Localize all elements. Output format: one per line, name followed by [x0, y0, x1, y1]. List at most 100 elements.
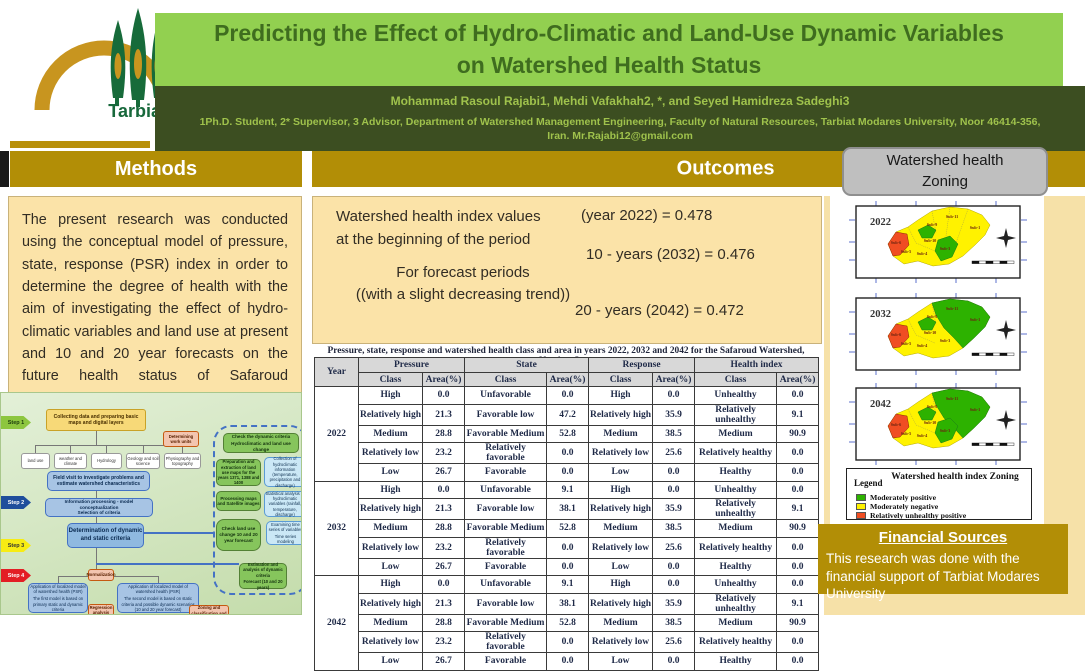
- table-row: Relatively low23.2Relatively favorable0.…: [315, 537, 819, 558]
- flowchart-estimation-line1: Estimation and analysis of dynamic crite…: [240, 562, 286, 578]
- methods-text-box: The present research was conducted using…: [8, 196, 302, 402]
- flowchart-field-visit-box: Field visit to investigate problems and …: [47, 471, 150, 491]
- map-sub-label: Sub-3: [940, 338, 950, 343]
- table-year-cell: 2042: [315, 576, 359, 671]
- map-sub-label: Sub-10: [924, 238, 937, 243]
- table-cell: 90.9: [777, 425, 819, 443]
- table-cell: Relatively high: [359, 404, 423, 425]
- flowchart-model1-box: Application of localized model of waters…: [28, 583, 88, 613]
- outcomes-left-line3: For forecast periods: [333, 262, 593, 284]
- table-cell: 25.6: [653, 537, 695, 558]
- table-cell: Relatively unhealthy: [695, 404, 777, 425]
- scale-bar-icon: [1007, 261, 1014, 264]
- table-header-group: Health index: [695, 358, 819, 373]
- scale-bar-icon: [993, 353, 1000, 356]
- scale-bar-icon: [979, 261, 986, 264]
- map-year-label: 2022: [870, 217, 891, 228]
- flowchart-zoning-box: Zoning and classification and: [189, 605, 229, 615]
- scale-bar-icon: [1000, 261, 1007, 264]
- flowchart-step4-arrow: Step 4: [1, 569, 31, 582]
- scale-bar-icon: [986, 261, 993, 264]
- psr-table: YearPressureStateResponseHealth indexCla…: [314, 357, 819, 671]
- methods-header: Methods: [10, 151, 302, 187]
- flowchart-check-dynamic-box: Check the dynamic criteria Hydroclimatic…: [223, 433, 299, 453]
- legend-entry-label: Moderately positive: [870, 493, 936, 502]
- table-cell: 0.0: [777, 537, 819, 558]
- table-row: Relatively low23.2Relatively favorable0.…: [315, 443, 819, 464]
- map-sub-label: Sub-6: [891, 422, 901, 427]
- flowchart-work-units-box: Determining work units: [163, 431, 199, 447]
- table-cell: High: [359, 481, 423, 499]
- scale-bar-icon: [986, 353, 993, 356]
- table-cell: 26.7: [423, 464, 465, 482]
- financial-sources-box: Financial Sources This research was done…: [818, 524, 1068, 594]
- table-row: Medium28.8Favorable Medium52.8Medium38.5…: [315, 425, 819, 443]
- table-cell: 0.0: [777, 481, 819, 499]
- table-cell: Relatively low: [359, 443, 423, 464]
- flowchart-determination-box: Determination of dynamic and static crit…: [67, 523, 144, 548]
- table-cell: Favorable low: [465, 593, 547, 614]
- table-cell: 38.5: [653, 520, 695, 538]
- table-header-group: Response: [589, 358, 695, 373]
- table-cell: Healthy: [695, 464, 777, 482]
- table-cell: Favorable: [465, 653, 547, 671]
- table-cell: 0.0: [547, 632, 589, 653]
- outcomes-value-2042: 20 - years (2042) = 0.472: [575, 302, 744, 319]
- scale-bar-icon: [1000, 443, 1007, 446]
- table-cell: 25.6: [653, 443, 695, 464]
- outcomes-forecast-text: For forecast periods ((with a slight dec…: [333, 262, 593, 306]
- table-cell: High: [359, 576, 423, 594]
- outcomes-left-line1: Watershed health index values: [336, 206, 541, 229]
- legend-swatch-icon: [856, 512, 866, 519]
- scale-bar-icon: [979, 353, 986, 356]
- table-cell: 0.0: [777, 443, 819, 464]
- table-cell: Low: [589, 558, 653, 576]
- table-cell: 38.1: [547, 593, 589, 614]
- outcomes-value-2022: (year 2022) = 0.478: [581, 207, 712, 224]
- table-cell: 28.8: [423, 425, 465, 443]
- table-cell: 9.1: [777, 593, 819, 614]
- table-cell: 0.0: [423, 387, 465, 405]
- financial-sources-body: This research was done with the financia…: [826, 550, 1060, 603]
- table-cell: Medium: [359, 614, 423, 632]
- table-cell: Low: [359, 653, 423, 671]
- table-cell: Relatively low: [359, 632, 423, 653]
- map-sub-label: Sub-11: [946, 214, 958, 219]
- legend-entry: Moderately negative: [856, 502, 938, 511]
- table-cell: Favorable Medium: [465, 614, 547, 632]
- table-cell: Unfavorable: [465, 576, 547, 594]
- table-cell: Relatively low: [589, 537, 653, 558]
- table-cell: Low: [589, 653, 653, 671]
- table-cell: 0.0: [777, 464, 819, 482]
- methods-flowchart: Step 1 Step 2 Step 3 Step 4 Collecting d…: [0, 392, 302, 615]
- scale-bar-icon: [986, 443, 993, 446]
- table-cell: Relatively unhealthy: [695, 499, 777, 520]
- flowchart-model1-line2: The first model is based on primary stat…: [29, 596, 87, 612]
- legend-title: Watershed health index Zoning: [881, 472, 1029, 482]
- flowchart-selection-line2: Selection of criteria: [78, 510, 121, 516]
- table-cell: 38.5: [653, 614, 695, 632]
- table-subheader: Area(%): [653, 373, 695, 387]
- table-row: Relatively low23.2Relatively favorable0.…: [315, 632, 819, 653]
- table-cell: 90.9: [777, 614, 819, 632]
- logo-underline-bar: [10, 141, 150, 148]
- table-row: Low26.7Favorable0.0Low0.0Healthy0.0: [315, 653, 819, 671]
- table-subheader: Class: [465, 373, 547, 387]
- table-cell: 47.2: [547, 404, 589, 425]
- table-cell: Relatively high: [589, 404, 653, 425]
- table-cell: Relatively high: [359, 499, 423, 520]
- flowchart-regression-box: Regression analysis: [88, 604, 114, 615]
- flowchart-check-dynamic-line2: Hydroclimatic and land use change: [224, 441, 298, 452]
- table-cell: Favorable low: [465, 499, 547, 520]
- table-subheader: Class: [589, 373, 653, 387]
- table-cell: 90.9: [777, 520, 819, 538]
- table-cell: Low: [589, 464, 653, 482]
- table-cell: 0.0: [777, 632, 819, 653]
- table-cell: 35.9: [653, 593, 695, 614]
- table-cell: 0.0: [547, 653, 589, 671]
- map-sub-label: Sub-5: [901, 249, 911, 254]
- scale-bar-icon: [972, 443, 979, 446]
- map-sub-label: Sub-10: [924, 330, 937, 335]
- left-dark-edge: [0, 151, 9, 187]
- map-year-label: 2042: [870, 399, 891, 410]
